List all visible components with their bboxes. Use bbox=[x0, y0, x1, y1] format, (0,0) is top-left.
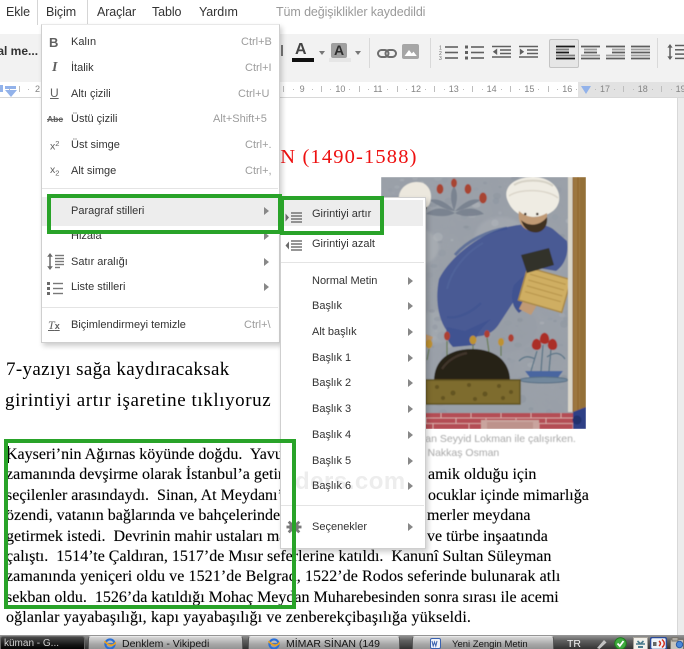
svg-text:3: 3 bbox=[439, 56, 442, 60]
